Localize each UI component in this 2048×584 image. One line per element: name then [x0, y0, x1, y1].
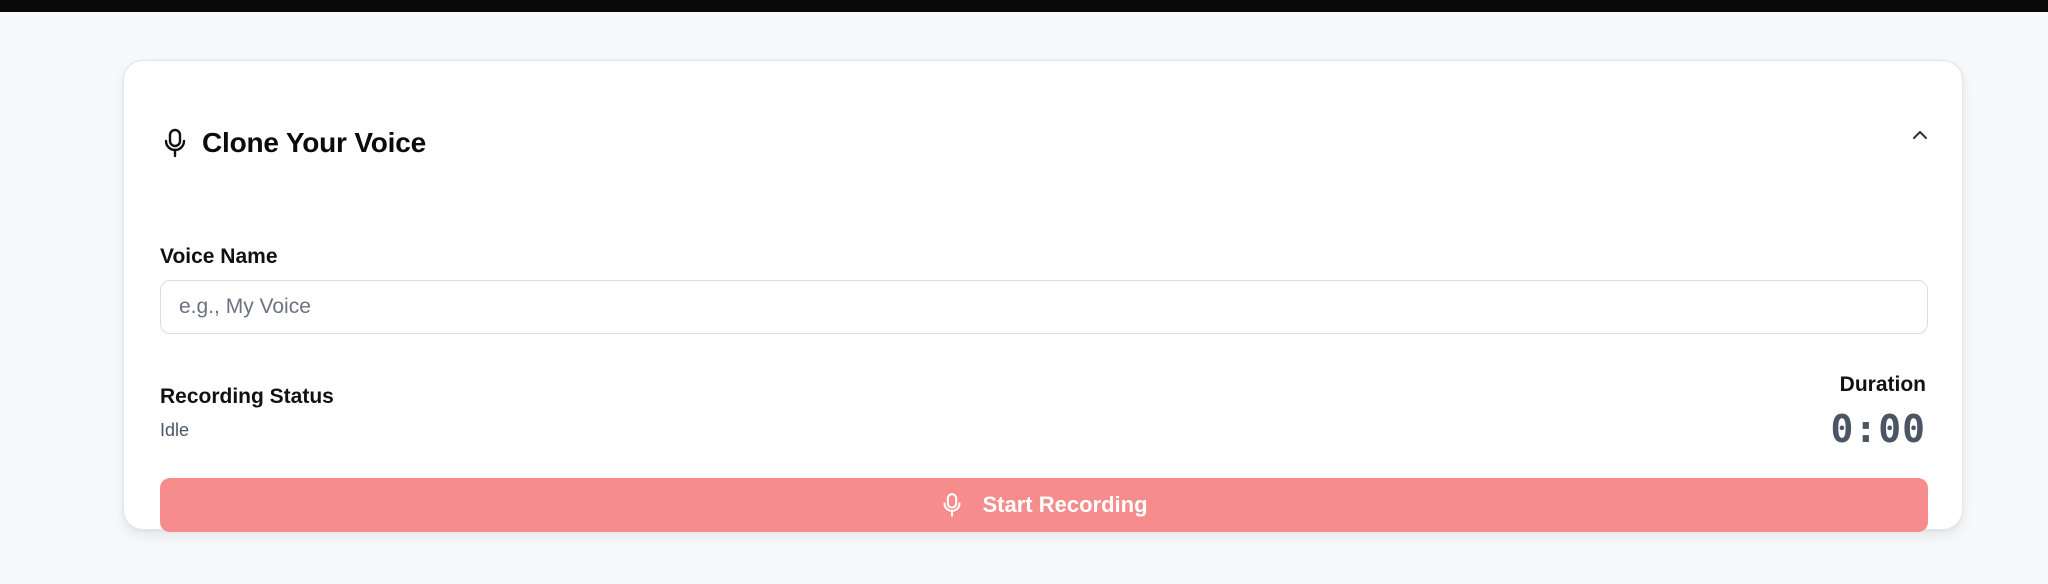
card-title: Clone Your Voice: [202, 127, 426, 158]
duration-block: Duration 0:00: [1830, 373, 1926, 451]
voice-name-input[interactable]: [160, 280, 1928, 334]
voice-name-label: Voice Name: [160, 245, 278, 268]
microphone-icon: [160, 127, 190, 159]
microphone-icon: [940, 492, 964, 518]
clone-voice-card: Clone Your Voice Voice Name Recording St…: [123, 60, 1963, 532]
recording-status-value: Idle: [160, 420, 190, 440]
chevron-up-icon: [1911, 128, 1929, 146]
duration-value: 0:00: [1830, 407, 1926, 451]
card-header: Clone Your Voice: [160, 125, 426, 161]
recording-status-label: Recording Status: [160, 385, 334, 408]
top-bar: [0, 0, 2048, 12]
start-recording-label: Start Recording: [982, 492, 1148, 517]
collapse-button[interactable]: [1908, 125, 1932, 149]
duration-label: Duration: [1839, 373, 1926, 396]
start-recording-button[interactable]: Start Recording: [160, 478, 1928, 532]
